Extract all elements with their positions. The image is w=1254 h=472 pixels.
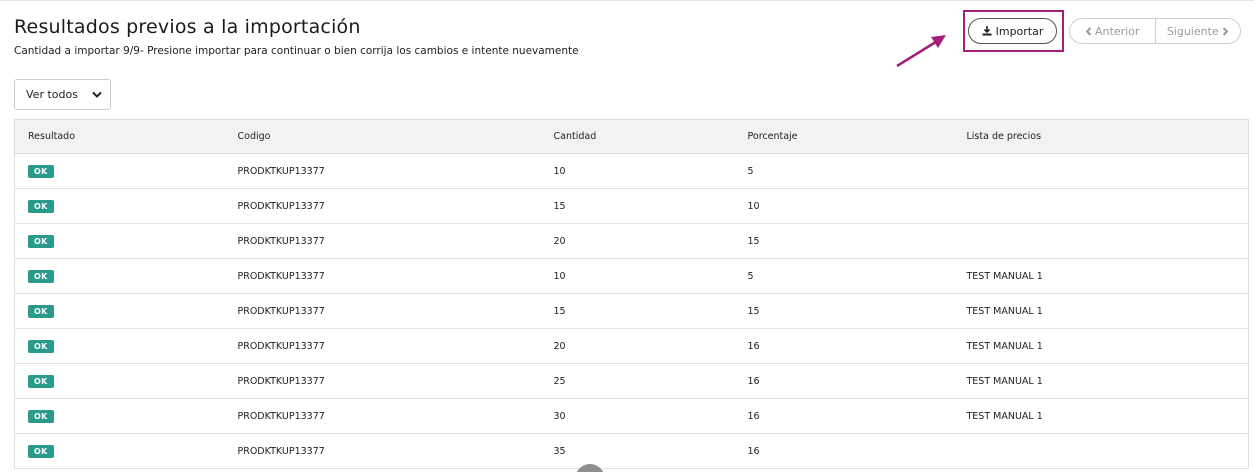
cell-porcentaje: 5 xyxy=(734,153,954,189)
cell-cantidad: 20 xyxy=(540,223,735,259)
cell-porcentaje: 10 xyxy=(734,188,954,224)
cell-porcentaje: 16 xyxy=(734,433,954,469)
cell-codigo: PRODKTKUP13377 xyxy=(224,363,541,399)
status-badge: OK xyxy=(28,234,54,248)
chevron-left-icon xyxy=(1085,26,1092,36)
cell-porcentaje: 16 xyxy=(734,328,954,364)
filter-select[interactable]: Ver todos xyxy=(14,79,111,110)
cell-cantidad: 15 xyxy=(540,293,735,329)
status-badge: OK xyxy=(28,444,54,458)
table-row: OK PRODKTKUP13377 35 16 xyxy=(14,433,1249,469)
table-row: OK PRODKTKUP13377 25 16 TEST MANUAL 1 xyxy=(14,363,1249,399)
pagination: Anterior Siguiente xyxy=(1069,18,1241,44)
status-badge: OK xyxy=(28,164,54,178)
cell-porcentaje: 16 xyxy=(734,363,954,399)
status-badge: OK xyxy=(28,304,54,318)
table-row: OK PRODKTKUP13377 10 5 TEST MANUAL 1 xyxy=(14,258,1249,294)
cell-lista-precios: TEST MANUAL 1 xyxy=(953,328,1249,364)
cell-porcentaje: 15 xyxy=(734,223,954,259)
page-title: Resultados previos a la importación xyxy=(14,16,361,38)
import-button[interactable]: Importar xyxy=(968,18,1057,44)
cell-codigo: PRODKTKUP13377 xyxy=(224,188,541,224)
cell-lista-precios: TEST MANUAL 1 xyxy=(953,398,1249,434)
column-header-resultado: Resultado xyxy=(14,119,225,154)
cell-porcentaje: 5 xyxy=(734,258,954,294)
cell-codigo: PRODKTKUP13377 xyxy=(224,328,541,364)
column-header-lista-de-precios: Lista de precios xyxy=(953,119,1249,154)
cell-lista-precios xyxy=(953,188,1249,224)
cell-lista-precios xyxy=(953,433,1249,469)
table-row: OK PRODKTKUP13377 10 5 xyxy=(14,153,1249,189)
status-badge: OK xyxy=(28,374,54,388)
cell-lista-precios xyxy=(953,223,1249,259)
table-row: OK PRODKTKUP13377 20 16 TEST MANUAL 1 xyxy=(14,328,1249,364)
cell-codigo: PRODKTKUP13377 xyxy=(224,293,541,329)
filter-selected-value: Ver todos xyxy=(26,88,78,101)
status-badge: OK xyxy=(28,339,54,353)
column-header-cantidad: Cantidad xyxy=(540,119,735,154)
column-header-porcentaje: Porcentaje xyxy=(734,119,954,154)
previous-button[interactable]: Anterior xyxy=(1069,18,1155,44)
cell-cantidad: 20 xyxy=(540,328,735,364)
cell-codigo: PRODKTKUP13377 xyxy=(224,433,541,469)
chevron-right-icon xyxy=(1222,26,1229,36)
import-summary: Cantidad a importar 9/9- Presione import… xyxy=(14,45,579,57)
column-header-codigo: Codigo xyxy=(224,119,541,154)
cell-codigo: PRODKTKUP13377 xyxy=(224,398,541,434)
table-header-row: Resultado Codigo Cantidad Porcentaje Lis… xyxy=(14,119,1249,154)
cell-codigo: PRODKTKUP13377 xyxy=(224,223,541,259)
cell-porcentaje: 15 xyxy=(734,293,954,329)
cell-codigo: PRODKTKUP13377 xyxy=(224,258,541,294)
status-badge: OK xyxy=(28,199,54,213)
cell-lista-precios: TEST MANUAL 1 xyxy=(953,293,1249,329)
cell-cantidad: 15 xyxy=(540,188,735,224)
import-button-label: Importar xyxy=(995,24,1044,38)
cell-cantidad: 25 xyxy=(540,363,735,399)
chevron-down-icon xyxy=(92,91,102,98)
download-icon xyxy=(982,26,992,36)
previous-button-label: Anterior xyxy=(1095,24,1140,38)
cell-cantidad: 30 xyxy=(540,398,735,434)
pointer-arrow-icon xyxy=(896,35,946,68)
next-button[interactable]: Siguiente xyxy=(1154,18,1241,44)
table-row: OK PRODKTKUP13377 20 15 xyxy=(14,223,1249,259)
next-button-label: Siguiente xyxy=(1166,24,1219,38)
import-preview-page: Resultados previos a la importación Cant… xyxy=(0,0,1254,472)
cell-porcentaje: 16 xyxy=(734,398,954,434)
cell-cantidad: 10 xyxy=(540,153,735,189)
cell-lista-precios: TEST MANUAL 1 xyxy=(953,258,1249,294)
table-row: OK PRODKTKUP13377 30 16 TEST MANUAL 1 xyxy=(14,398,1249,434)
table-row: OK PRODKTKUP13377 15 15 TEST MANUAL 1 xyxy=(14,293,1249,329)
status-badge: OK xyxy=(28,269,54,283)
table-row: OK PRODKTKUP13377 15 10 xyxy=(14,188,1249,224)
cell-cantidad: 35 xyxy=(540,433,735,469)
cell-lista-precios: TEST MANUAL 1 xyxy=(953,363,1249,399)
results-table: Resultado Codigo Cantidad Porcentaje Lis… xyxy=(14,119,1249,469)
cell-lista-precios xyxy=(953,153,1249,189)
cell-codigo: PRODKTKUP13377 xyxy=(224,153,541,189)
status-badge: OK xyxy=(28,409,54,423)
cell-cantidad: 10 xyxy=(540,258,735,294)
